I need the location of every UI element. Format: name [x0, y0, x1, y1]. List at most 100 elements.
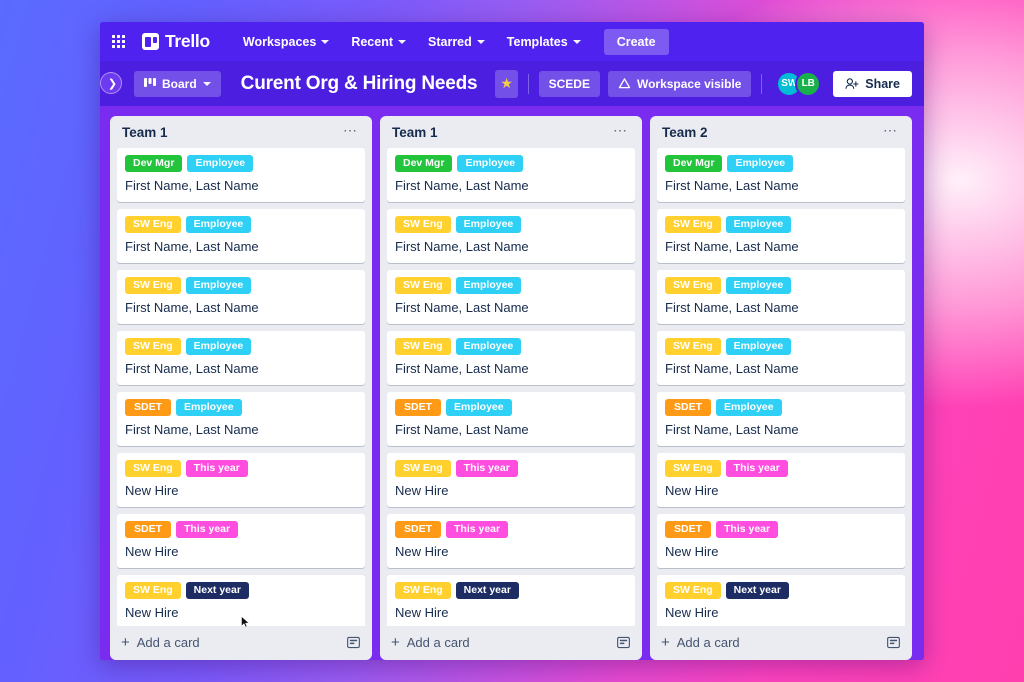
card-label[interactable]: Next year — [455, 582, 519, 599]
card[interactable]: SDET This year New Hire — [117, 514, 365, 568]
card-label[interactable]: SW Eng — [665, 582, 721, 599]
grid-apps-icon[interactable] — [108, 32, 128, 52]
card-label[interactable]: SDET — [665, 399, 711, 416]
card[interactable]: SW Eng Employee First Name, Last Name — [117, 331, 365, 385]
card-label[interactable]: Next year — [725, 582, 789, 599]
card-label[interactable]: SW Eng — [665, 338, 721, 355]
card-label[interactable]: This year — [716, 521, 779, 538]
card[interactable]: SDET Employee First Name, Last Name — [117, 392, 365, 446]
card[interactable]: SW Eng This year New Hire — [387, 453, 635, 507]
card[interactable]: SW Eng This year New Hire — [657, 453, 905, 507]
card-label[interactable]: SDET — [125, 399, 171, 416]
star-board-button[interactable]: ★ — [495, 69, 518, 98]
card-label[interactable]: SDET — [125, 521, 171, 538]
card[interactable]: SW Eng Employee First Name, Last Name — [387, 270, 635, 324]
card-label[interactable]: Employee — [455, 216, 522, 233]
card-label[interactable]: Dev Mgr — [665, 155, 723, 172]
card-label[interactable]: This year — [725, 460, 788, 477]
list-title[interactable]: Team 1 — [392, 125, 438, 140]
card[interactable]: Dev Mgr Employee First Name, Last Name — [657, 148, 905, 202]
list-title[interactable]: Team 2 — [662, 125, 708, 140]
card[interactable]: SW Eng Next year New Hire — [657, 575, 905, 626]
add-card-button[interactable]: + Add a card — [661, 635, 740, 650]
card-label[interactable]: Dev Mgr — [395, 155, 453, 172]
card[interactable]: SW Eng Employee First Name, Last Name — [117, 209, 365, 263]
card-template-icon[interactable] — [347, 636, 360, 649]
card-label[interactable]: Employee — [457, 155, 524, 172]
card[interactable]: Dev Mgr Employee First Name, Last Name — [387, 148, 635, 202]
card-label[interactable]: Employee — [725, 338, 792, 355]
list-actions-icon[interactable]: ⋯ — [339, 123, 362, 140]
card-label[interactable]: Employee — [455, 277, 522, 294]
card-label[interactable]: This year — [176, 521, 239, 538]
list-actions-icon[interactable]: ⋯ — [879, 123, 902, 140]
card-label[interactable]: Employee — [725, 277, 792, 294]
card[interactable]: SDET Employee First Name, Last Name — [387, 392, 635, 446]
avatar[interactable]: LB — [795, 70, 822, 97]
card[interactable]: SDET This year New Hire — [657, 514, 905, 568]
card[interactable]: SW Eng Next year New Hire — [117, 575, 365, 626]
card[interactable]: SW Eng This year New Hire — [117, 453, 365, 507]
card-label[interactable]: SW Eng — [395, 216, 451, 233]
board-view-button[interactable]: Board — [134, 70, 221, 97]
card-label[interactable]: SW Eng — [125, 338, 181, 355]
card-label[interactable]: Employee — [725, 216, 792, 233]
card-label[interactable]: Employee — [446, 399, 512, 416]
card-template-icon[interactable] — [887, 636, 900, 649]
sidebar-toggle-button[interactable]: ❯ — [100, 72, 122, 94]
card-label[interactable]: SW Eng — [395, 582, 451, 599]
trello-home-link[interactable]: Trello — [138, 29, 214, 54]
card-label[interactable]: SW Eng — [665, 216, 721, 233]
card[interactable]: SW Eng Employee First Name, Last Name — [387, 209, 635, 263]
card-label[interactable]: SW Eng — [125, 460, 181, 477]
card-template-icon[interactable] — [617, 636, 630, 649]
card[interactable]: SW Eng Employee First Name, Last Name — [657, 209, 905, 263]
card-label[interactable]: Employee — [727, 155, 794, 172]
card[interactable]: SW Eng Next year New Hire — [387, 575, 635, 626]
add-card-button[interactable]: + Add a card — [121, 635, 200, 650]
board-title[interactable]: Curent Org & Hiring Needs — [235, 71, 484, 97]
nav-item-label: Workspaces — [242, 34, 317, 49]
card-label[interactable]: This year — [185, 460, 248, 477]
card-label[interactable]: Dev Mgr — [125, 155, 183, 172]
create-button[interactable]: Create — [603, 28, 669, 55]
card-label[interactable]: SW Eng — [395, 277, 451, 294]
card-label[interactable]: Employee — [176, 399, 242, 416]
card-label[interactable]: SW Eng — [665, 460, 721, 477]
card[interactable]: Dev Mgr Employee First Name, Last Name — [117, 148, 365, 202]
card-label[interactable]: SDET — [665, 521, 711, 538]
card-label[interactable]: SW Eng — [125, 277, 181, 294]
card-label[interactable]: This year — [455, 460, 518, 477]
list-title[interactable]: Team 1 — [122, 125, 168, 140]
card[interactable]: SW Eng Employee First Name, Last Name — [387, 331, 635, 385]
nav-item-templates[interactable]: Templates — [498, 30, 590, 54]
card-label[interactable]: Employee — [187, 155, 254, 172]
card-label[interactable]: SW Eng — [125, 216, 181, 233]
card-label[interactable]: SW Eng — [395, 460, 451, 477]
card-label[interactable]: SDET — [395, 521, 441, 538]
workspace-tag-button[interactable]: SCEDE — [538, 70, 600, 97]
card-label[interactable]: Employee — [185, 338, 252, 355]
nav-item-recent[interactable]: Recent — [342, 30, 415, 54]
card-label[interactable]: SDET — [395, 399, 441, 416]
card-label[interactable]: Employee — [185, 277, 252, 294]
card-label[interactable]: This year — [446, 521, 509, 538]
card[interactable]: SW Eng Employee First Name, Last Name — [657, 270, 905, 324]
card[interactable]: SW Eng Employee First Name, Last Name — [117, 270, 365, 324]
nav-item-workspaces[interactable]: Workspaces — [234, 30, 338, 54]
card-label[interactable]: Employee — [185, 216, 252, 233]
card-label[interactable]: Employee — [455, 338, 522, 355]
card-label[interactable]: Next year — [185, 582, 249, 599]
card-label[interactable]: Employee — [716, 399, 782, 416]
nav-item-starred[interactable]: Starred — [419, 30, 494, 54]
add-card-button[interactable]: + Add a card — [391, 635, 470, 650]
card[interactable]: SW Eng Employee First Name, Last Name — [657, 331, 905, 385]
card[interactable]: SDET This year New Hire — [387, 514, 635, 568]
visibility-button[interactable]: Workspace visible — [607, 70, 752, 97]
card-label[interactable]: SW Eng — [125, 582, 181, 599]
list-actions-icon[interactable]: ⋯ — [609, 123, 632, 140]
card-label[interactable]: SW Eng — [395, 338, 451, 355]
card[interactable]: SDET Employee First Name, Last Name — [657, 392, 905, 446]
share-button[interactable]: Share — [833, 70, 912, 97]
card-label[interactable]: SW Eng — [665, 277, 721, 294]
